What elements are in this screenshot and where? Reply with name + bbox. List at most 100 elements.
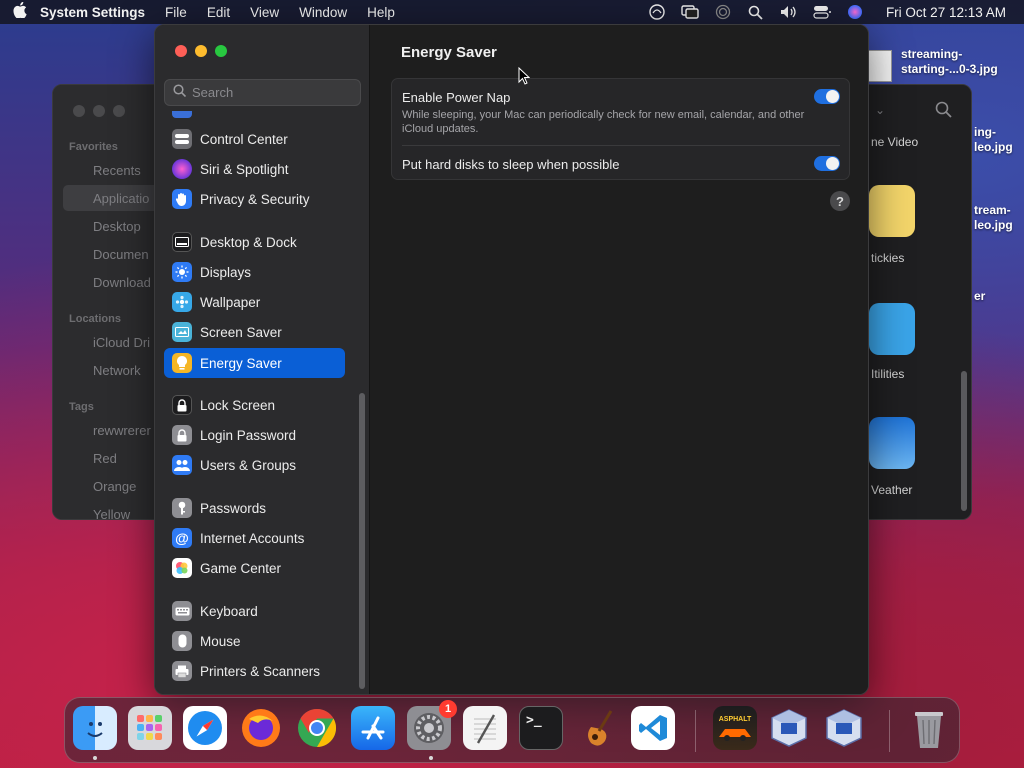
volume-icon[interactable]	[779, 4, 799, 20]
dock: 1 >_ ASPHALT	[64, 697, 960, 763]
weather-app-icon[interactable]	[869, 417, 915, 469]
sidebar-item-label: Wallpaper	[200, 294, 261, 310]
airdrop-icon[interactable]	[713, 4, 733, 20]
sidebar-item-label: Screen Saver	[200, 324, 282, 340]
screen-mirroring-icon[interactable]	[680, 4, 700, 20]
sidebar-item-printers-scanners[interactable]: Printers & Scanners	[164, 657, 345, 685]
safari-dock-icon[interactable]	[183, 706, 227, 750]
dock-icon	[172, 232, 192, 252]
utilities-folder-icon[interactable]	[869, 303, 915, 355]
disk-sleep-toggle[interactable]	[814, 156, 840, 171]
desktop-file-2-line2: leo.jpg	[974, 140, 1013, 154]
sidebar-item-label: Siri & Spotlight	[200, 161, 289, 177]
sidebar-item-energy-saver[interactable]: Energy Saver	[164, 348, 345, 378]
sidebar-scrollbar[interactable]	[359, 393, 365, 689]
trash-dock-icon[interactable]	[907, 706, 951, 750]
launchpad-dock-icon[interactable]	[128, 706, 172, 750]
desktop-file-3[interactable]: tream- leo.jpg	[974, 203, 1013, 233]
sidebar-item-desktop-dock[interactable]: Desktop & Dock	[164, 228, 345, 256]
menu-clock[interactable]: Fri Oct 27 12:13 AM	[886, 5, 1006, 20]
finder-item-recents[interactable]: Recents	[93, 163, 141, 178]
virtualbox-secondary-dock-icon[interactable]	[822, 706, 866, 750]
finder-tag-orange[interactable]: Orange	[93, 479, 136, 494]
sidebar-item-passwords[interactable]: Passwords	[164, 494, 345, 522]
finder-item-desktop[interactable]: Desktop	[93, 219, 141, 234]
sidebar-item-privacy-security[interactable]: Privacy & Security	[164, 185, 345, 213]
finder-minimize-dot[interactable]	[93, 105, 105, 117]
sidebar-item-displays[interactable]: Displays	[164, 258, 345, 286]
finder-dock-icon[interactable]	[73, 706, 117, 750]
zoom-button[interactable]	[215, 45, 227, 57]
accessibility-status-icon[interactable]	[647, 4, 667, 20]
finder-item-network[interactable]: Network	[93, 363, 141, 378]
power-nap-label: Enable Power Nap	[402, 90, 511, 105]
menu-file[interactable]: File	[165, 5, 187, 20]
users-icon	[172, 455, 192, 475]
finder-item-documents[interactable]: Documen	[93, 247, 149, 262]
sidebar-item-game-center[interactable]: Game Center	[164, 554, 345, 582]
sidebar-item-keyboard[interactable]: Keyboard	[164, 597, 345, 625]
hand-icon	[172, 189, 192, 209]
desktop-file-1-line1: streaming-	[901, 47, 963, 61]
apple-menu-icon[interactable]	[0, 1, 40, 22]
menu-view[interactable]: View	[250, 5, 279, 20]
settings-running-dot	[429, 756, 433, 760]
virtualbox-dock-icon[interactable]	[767, 706, 811, 750]
minimize-button[interactable]	[195, 45, 207, 57]
desktop-file-1[interactable]: streaming- starting-...0-3.jpg	[901, 47, 998, 77]
sidebar-item-login-password[interactable]: Login Password	[164, 421, 345, 449]
finder-tag-red[interactable]: Red	[93, 451, 117, 466]
asphalt-dock-icon[interactable]: ASPHALT	[713, 706, 757, 750]
sidebar-item-label: Game Center	[200, 560, 282, 576]
system-settings-dock-icon[interactable]: 1	[407, 700, 457, 750]
power-nap-toggle[interactable]	[814, 89, 840, 104]
finder-item-applications[interactable]: Applicatio	[93, 191, 149, 206]
sidebar-item-mouse[interactable]: Mouse	[164, 627, 345, 655]
game-center-icon	[172, 558, 192, 578]
garageband-dock-icon[interactable]	[575, 706, 619, 750]
menu-window[interactable]: Window	[299, 5, 347, 20]
traffic-lights	[175, 45, 227, 57]
mouse-cursor-icon	[518, 66, 531, 90]
key-icon	[172, 498, 192, 518]
firefox-dock-icon[interactable]	[239, 706, 283, 750]
sidebar-item-siri-spotlight[interactable]: Siri & Spotlight	[164, 155, 345, 183]
finder-search-icon[interactable]	[935, 101, 953, 124]
finder-item-downloads[interactable]: Download	[93, 275, 151, 290]
finder-tag-yellow[interactable]: Yellow	[93, 507, 130, 519]
desktop-file-4[interactable]: er	[974, 289, 985, 304]
close-button[interactable]	[175, 45, 187, 57]
search-icon	[173, 83, 187, 102]
finder-scrollbar[interactable]	[961, 371, 967, 511]
finder-chevron-icon[interactable]: ⌄	[875, 103, 885, 117]
desktop-file-2[interactable]: ing- leo.jpg	[974, 125, 1013, 155]
finder-close-dot[interactable]	[73, 105, 85, 117]
sidebar-item-control-center[interactable]: Control Center	[164, 125, 345, 153]
sidebar-item-users-groups[interactable]: Users & Groups	[164, 451, 345, 479]
app-store-dock-icon[interactable]	[351, 706, 395, 750]
spotlight-search-icon[interactable]	[746, 4, 766, 20]
terminal-dock-icon[interactable]: >_	[519, 706, 563, 750]
textedit-dock-icon[interactable]	[463, 706, 507, 750]
sidebar-item-label: Internet Accounts	[200, 530, 305, 546]
menu-edit[interactable]: Edit	[207, 5, 230, 20]
chrome-dock-icon[interactable]	[295, 706, 339, 750]
sidebar-item-internet-accounts[interactable]: @ Internet Accounts	[164, 524, 345, 552]
sidebar-item-label: Mouse	[200, 633, 241, 649]
menu-app-name[interactable]: System Settings	[40, 5, 145, 20]
search-input[interactable]	[192, 85, 352, 100]
finder-item-icloud[interactable]: iCloud Dri	[93, 335, 150, 350]
sidebar-item-wallpaper[interactable]: Wallpaper	[164, 288, 345, 316]
sidebar-item-lock-screen[interactable]: Lock Screen	[164, 391, 345, 419]
help-button[interactable]: ?	[830, 191, 850, 211]
vscode-dock-icon[interactable]	[631, 706, 675, 750]
control-center-toggle-icon[interactable]	[812, 4, 832, 20]
sidebar-search[interactable]	[164, 79, 361, 106]
sidebar-item-label: Control Center	[200, 131, 288, 147]
siri-menu-icon[interactable]	[845, 4, 865, 20]
menu-help[interactable]: Help	[367, 5, 395, 20]
sidebar-item-screen-saver[interactable]: Screen Saver	[164, 318, 345, 346]
stickies-app-icon[interactable]	[869, 185, 915, 237]
finder-zoom-dot[interactable]	[113, 105, 125, 117]
finder-tag-rewwrerer[interactable]: rewwrerer	[93, 423, 151, 438]
